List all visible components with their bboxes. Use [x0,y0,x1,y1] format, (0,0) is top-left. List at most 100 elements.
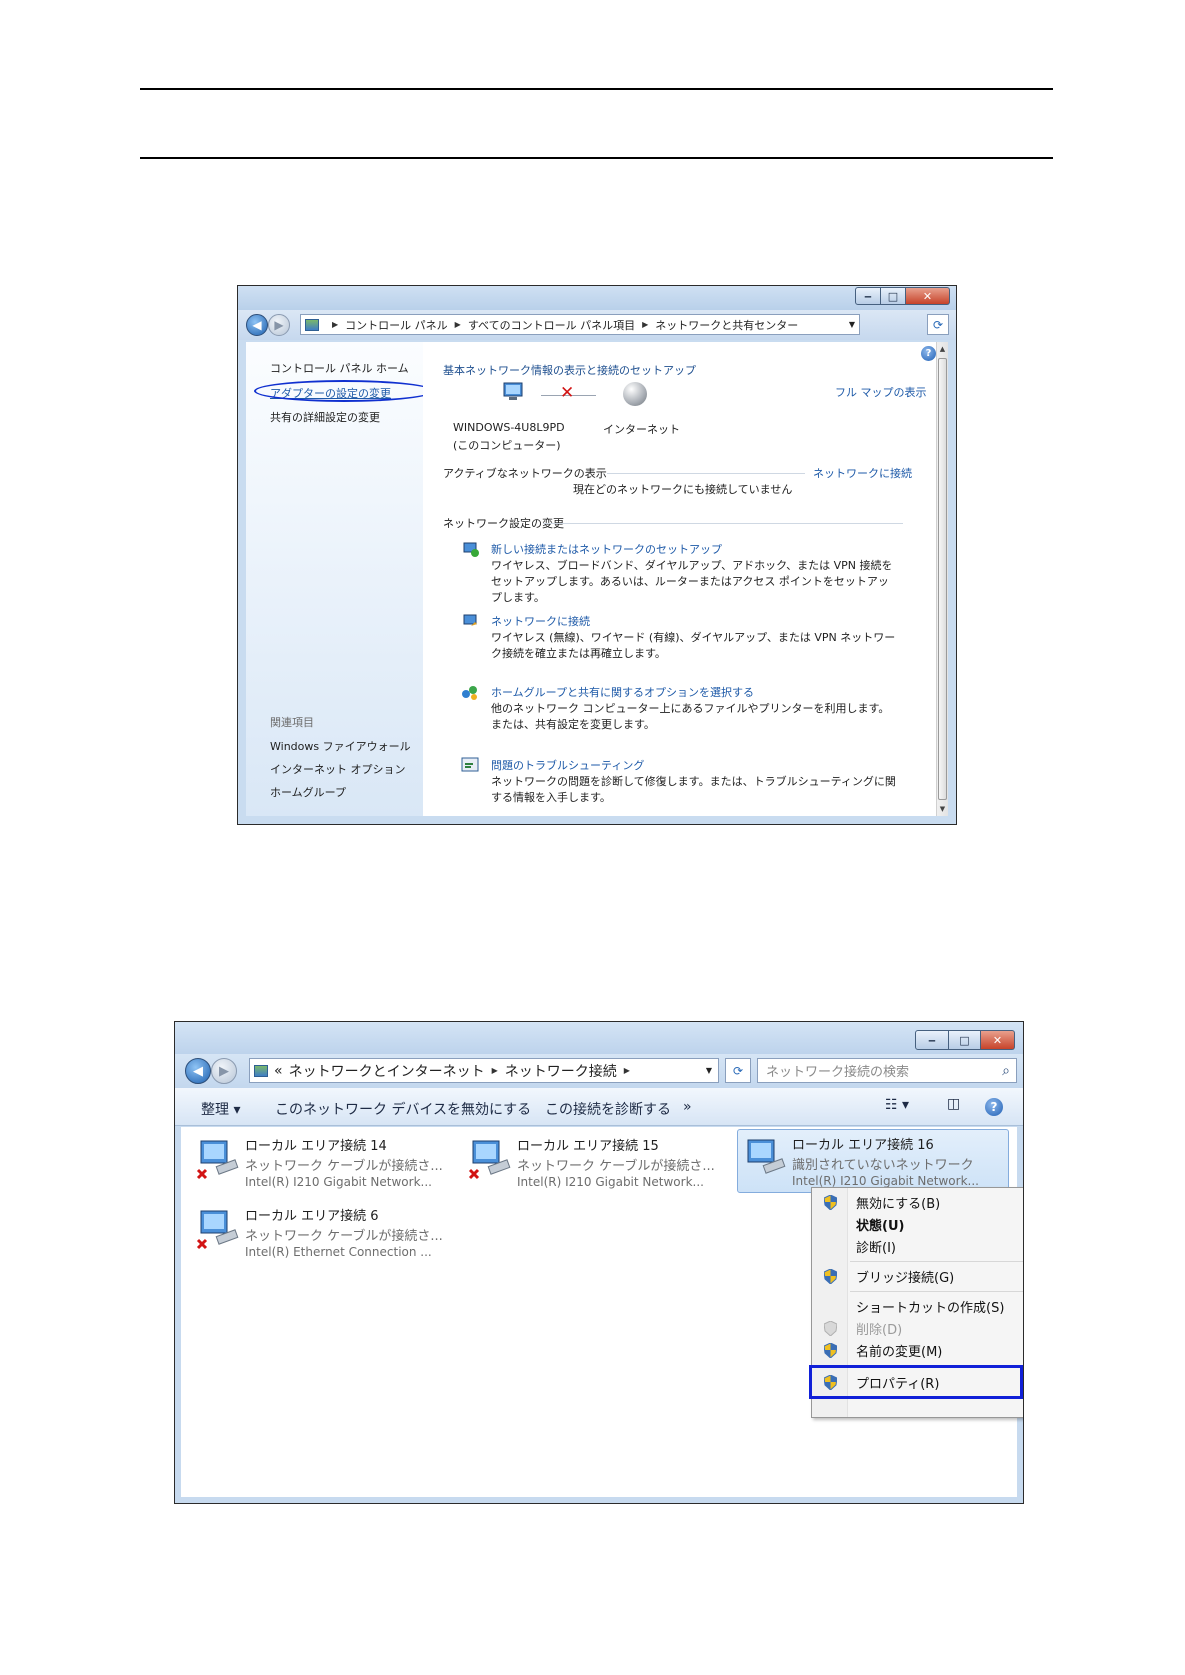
computer-subtitle: (このコンピューター) [453,439,561,452]
related-homegroup-link[interactable]: ホームグループ [270,784,346,800]
adapter-item[interactable]: ローカル エリア接続 14 ネットワーク ケーブルが接続さ... Intel(R… [191,1131,451,1193]
chevron-down-icon[interactable]: ▼ [849,320,855,329]
control-panel-icon [305,318,319,331]
search-icon[interactable]: ⌕ [1002,1063,1010,1079]
uac-shield-icon [824,1342,837,1358]
adapter-name: ローカル エリア接続 6 [245,1209,379,1224]
scroll-up-icon[interactable]: ▲ [937,342,948,356]
adapter-item-selected[interactable]: ローカル エリア接続 16 識別されていないネットワーク Intel(R) I2… [737,1129,1009,1193]
vertical-scrollbar[interactable]: ▲ ▼ [936,342,948,816]
search-input[interactable]: ネットワーク接続の検索 ⌕ [757,1058,1017,1083]
page-heading: 基本ネットワーク情報の表示と接続のセットアップ [443,364,696,377]
adapter-status: ネットワーク ケーブルが接続さ... [245,1159,443,1174]
properties-highlight-box [809,1365,1023,1399]
uac-shield-icon [824,1268,837,1284]
back-button[interactable]: ◀ [185,1058,211,1084]
menu-item-delete: 削除(D) [812,1317,1023,1339]
forward-button[interactable]: ▶ [268,314,290,336]
adapter-status: ネットワーク ケーブルが接続さ... [245,1229,443,1244]
computer-icon [503,382,523,400]
menu-item-disable[interactable]: 無効にする(B) [812,1191,1023,1213]
preview-pane-icon[interactable]: ◫ [947,1096,960,1112]
breadcrumb-control-panel[interactable]: コントロール パネル [345,317,448,333]
title-bar: ‒ □ ✕ [175,1022,1023,1054]
related-firewall-link[interactable]: Windows ファイアウォール [270,738,411,754]
title-bar: ‒ □ ✕ [238,286,956,310]
breadcrumb-network-internet[interactable]: ネットワークとインターネット [289,1061,485,1081]
top-rule [140,88,1053,90]
chevron-right-icon: ▶ [491,1066,498,1075]
address-bar[interactable]: ▶ コントロール パネル ▶ すべてのコントロール パネル項目 ▶ ネットワーク… [300,314,860,335]
menu-item-diagnose[interactable]: 診断(I) [812,1235,1023,1257]
related-internet-options-link[interactable]: インターネット オプション [270,761,406,777]
task-connect-link[interactable]: ネットワークに接続 [491,613,590,629]
menu-item-create-shortcut[interactable]: ショートカットの作成(S) [812,1295,1023,1317]
network-adapter-disconnected-icon [196,1210,239,1250]
adapter-item[interactable]: ローカル エリア接続 15 ネットワーク ケーブルが接続さ... Intel(R… [463,1131,723,1193]
task-homegroup-link[interactable]: ホームグループと共有に関するオプションを選択する [491,684,754,700]
internet-label: インターネット [603,423,680,436]
network-adapter-disconnected-icon [468,1140,511,1180]
task-homegroup-desc: 他のネットワーク コンピューター上にあるファイルやプリンターを利用します。または… [491,702,890,731]
scroll-thumb[interactable] [938,358,947,800]
task-troubleshoot-link[interactable]: 問題のトラブルシューティング [491,757,644,773]
second-rule [140,157,1053,159]
sidebar-advanced-sharing-link[interactable]: 共有の詳細設定の変更 [270,409,380,425]
adapter-status: ネットワーク ケーブルが接続さ... [517,1159,715,1174]
refresh-button[interactable]: ⟳ [927,314,949,335]
view-options-icon[interactable]: ☷ ▾ [885,1097,909,1113]
chevron-right-icon: ▶ [642,320,649,329]
search-placeholder: ネットワーク接続の検索 [766,1065,910,1080]
maximize-button[interactable]: □ [949,1030,981,1050]
maximize-button[interactable]: □ [881,287,906,305]
close-button[interactable]: ✕ [906,287,950,305]
menu-item-label: ショートカットの作成(S) [856,1300,1005,1316]
breadcrumb-network-connections[interactable]: ネットワーク接続 [505,1061,617,1081]
no-connection-text: 現在どのネットワークにも接続していません [573,483,793,496]
uac-shield-disabled-icon [824,1320,837,1336]
menu-item-label: ブリッジ接続(G) [856,1270,955,1286]
back-button[interactable]: ◀ [246,314,268,336]
organize-button[interactable]: 整理 ▾ [201,1099,240,1119]
refresh-button[interactable]: ⟳ [725,1058,751,1083]
menu-item-rename[interactable]: 名前の変更(M) [812,1339,1023,1361]
highlight-ellipse [254,380,434,402]
divider [607,473,805,474]
breadcrumb-all-items[interactable]: すべてのコントロール パネル項目 [468,317,635,333]
divider [543,523,903,524]
network-sharing-center-window: ‒ □ ✕ ◀ ▶ ▶ コントロール パネル ▶ すべてのコントロール パネル項… [237,285,957,825]
adapter-name: ローカル エリア接続 14 [245,1139,387,1154]
breadcrumb-overflow[interactable]: « [274,1063,283,1079]
adapter-device: Intel(R) Ethernet Connection ... [245,1245,432,1259]
full-map-link[interactable]: フル マップの表示 [835,384,927,400]
chevron-down-icon[interactable]: ▼ [706,1066,712,1075]
minimize-button[interactable]: ‒ [915,1030,949,1050]
connect-network-link[interactable]: ネットワークに接続 [813,465,912,481]
address-bar[interactable]: « ネットワークとインターネット ▶ ネットワーク接続 ▶ ▼ [249,1058,719,1083]
adapter-device: Intel(R) I210 Gigabit Network... [792,1174,979,1188]
close-button[interactable]: ✕ [981,1030,1015,1050]
disable-device-button[interactable]: このネットワーク デバイスを無効にする [275,1099,531,1119]
adapter-item[interactable]: ローカル エリア接続 6 ネットワーク ケーブルが接続さ... Intel(R)… [191,1201,451,1263]
menu-item-status[interactable]: 状態(U) [812,1213,1023,1235]
command-toolbar: 整理 ▾ このネットワーク デバイスを無効にする この接続を診断する » ☷ ▾… [175,1088,1023,1126]
content-pane: 基本ネットワーク情報の表示と接続のセットアップ フル マップの表示 ✕ WIND… [423,342,937,816]
sidebar-home-link[interactable]: コントロール パネル ホーム [270,360,409,376]
menu-item-bridge[interactable]: ブリッジ接続(G) [812,1265,1023,1287]
related-heading: 関連項目 [270,716,314,729]
internet-globe-icon [623,382,647,406]
minimize-button[interactable]: ‒ [855,287,881,305]
task-setup-link[interactable]: 新しい接続またはネットワークのセットアップ [491,541,722,557]
adapter-device: Intel(R) I210 Gigabit Network... [517,1175,704,1189]
navigation-bar: ◀ ▶ ▶ コントロール パネル ▶ すべてのコントロール パネル項目 ▶ ネッ… [238,310,956,340]
computer-name: WINDOWS-4U8L9PD [453,421,565,434]
forward-button[interactable]: ▶ [211,1058,237,1084]
help-icon[interactable]: ? [921,346,936,361]
more-commands-button[interactable]: » [683,1099,692,1115]
network-adapter-icon [747,1139,786,1174]
diagnose-connection-button[interactable]: この接続を診断する [545,1099,671,1119]
task-setup-desc: ワイヤレス、ブロードバンド、ダイヤルアップ、アドホック、または VPN 接続をセ… [491,559,893,604]
scroll-down-icon[interactable]: ▼ [937,802,948,816]
help-icon[interactable]: ? [985,1098,1003,1116]
breadcrumb-network-center[interactable]: ネットワークと共有センター [655,317,798,333]
